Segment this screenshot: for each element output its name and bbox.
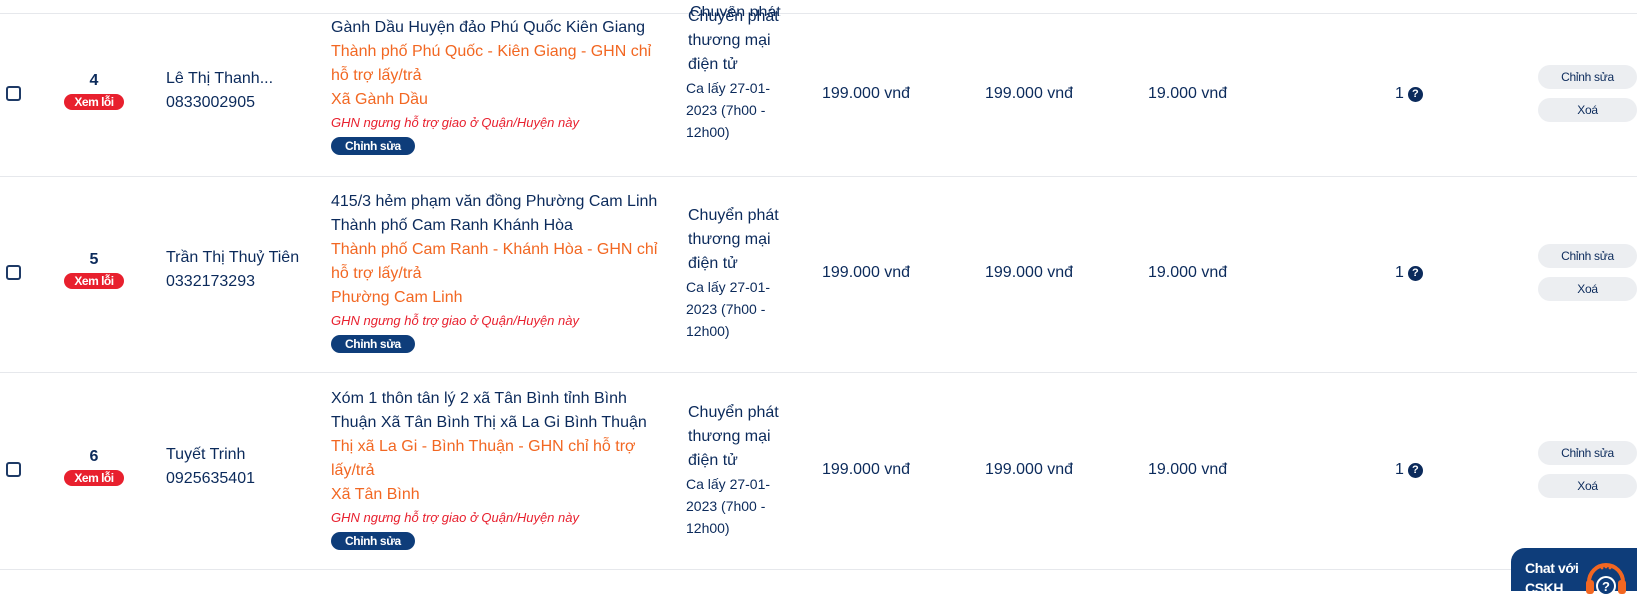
address-line: 415/3 hẻm phạm văn đồng Phường Cam Linh	[331, 193, 658, 210]
service-line: điện tử	[688, 56, 738, 73]
row-actions: Chỉnh sửa Xoá	[1538, 441, 1637, 507]
quantity-value: 1	[1395, 461, 1404, 478]
address-line: Thành phố Cam Ranh Khánh Hòa	[331, 217, 573, 234]
customer-name: Tuyết Trinh	[166, 446, 246, 463]
address-area-line: Thành phố Cam Ranh - Khánh Hòa - GHN chỉ	[331, 241, 658, 258]
table-row: 6 Xem lỗi Tuyết Trinh 0925635401 Xóm 1 t…	[0, 373, 1637, 570]
question-help-icon[interactable]: ?	[1407, 265, 1423, 281]
pickup-shift-line: Ca lấy 27-01-	[686, 80, 771, 96]
shipping-fee: 19.000 vnđ	[1148, 461, 1228, 478]
service-line: điện tử	[688, 452, 738, 469]
service-line: thương mại	[688, 231, 771, 248]
service-line: Chuyển phát	[688, 207, 779, 224]
customer-cell: Lê Thị Thanh... 0833002905	[166, 67, 316, 115]
headset-icon: ?	[1586, 563, 1626, 596]
row-checkbox[interactable]	[6, 462, 21, 477]
pickup-shift-line: 12h00)	[686, 520, 730, 536]
question-help-icon[interactable]: ?	[1407, 86, 1423, 102]
service-cell: Chuyển phát thương mại điện tử Ca lấy 27-0…	[686, 5, 798, 143]
service-line: điện tử	[688, 255, 738, 272]
pickup-shift-line: 2023 (7h00 -	[686, 102, 766, 118]
table-row: 4 Xem lỗi Lê Thị Thanh... 0833002905 Gàn…	[0, 8, 1637, 177]
customer-phone: 0332173293	[166, 273, 255, 290]
address-line: Thuận Xã Tân Bình Thị xã La Gi Bình Thuậ…	[331, 414, 647, 431]
customer-phone: 0925635401	[166, 470, 255, 487]
goods-value: 199.000 vnđ	[985, 461, 1074, 478]
pickup-shift-line: 2023 (7h00 -	[686, 301, 766, 317]
address-area-line: Thị xã La Gi - Bình Thuận - GHN chỉ hỗ t…	[331, 438, 636, 455]
pickup-shift-line: 12h00)	[686, 323, 730, 339]
address-area-line: Phường Cam Linh	[331, 289, 463, 306]
quantity-cell: 1 ?	[1395, 461, 1423, 479]
delete-order-button[interactable]: Xoá	[1538, 277, 1637, 301]
svg-text:?: ?	[1602, 579, 1610, 594]
chat-support-widget[interactable]: Chat với CSKH ?	[1511, 548, 1637, 596]
address-warning: GHN ngưng hỗ trợ giao ở Quận/Huyện này	[331, 510, 579, 525]
view-error-badge[interactable]: Xem lỗi	[64, 273, 124, 289]
service-cell: Chuyển phát thương mại điện tử Ca lấy 27-0…	[686, 401, 798, 539]
cod-amount: 199.000 vnđ	[822, 264, 911, 281]
address-line: Gành Dầu Huyện đảo Phú Quốc Kiên Giang	[331, 19, 645, 36]
goods-value: 199.000 vnđ	[985, 264, 1074, 281]
pickup-shift-line: Ca lấy 27-01-	[686, 279, 771, 295]
address-area-line: hỗ trợ lấy/trả	[331, 265, 422, 282]
edit-order-button[interactable]: Chỉnh sửa	[1538, 65, 1637, 89]
table-row: 5 Xem lỗi Trần Thị Thuỷ Tiên 0332173293 …	[0, 176, 1637, 373]
address-area-line: Thành phố Phú Quốc - Kiên Giang - GHN ch…	[331, 43, 652, 60]
edit-order-button[interactable]: Chỉnh sửa	[1538, 441, 1637, 465]
view-error-badge[interactable]: Xem lỗi	[64, 470, 124, 486]
view-error-badge[interactable]: Xem lỗi	[64, 94, 124, 110]
customer-name: Trần Thị Thuỷ Tiên	[166, 249, 300, 266]
customer-cell: Tuyết Trinh 0925635401	[166, 443, 316, 491]
address-warning: GHN ngưng hỗ trợ giao ở Quận/Huyện này	[331, 313, 579, 328]
cod-amount: 199.000 vnđ	[822, 461, 911, 478]
address-warning: GHN ngưng hỗ trợ giao ở Quận/Huyện này	[331, 115, 579, 130]
row-actions: Chỉnh sửa Xoá	[1538, 65, 1637, 131]
shipping-fee: 19.000 vnđ	[1148, 264, 1228, 281]
row-index-cell: 5 Xem lỗi	[58, 250, 130, 290]
address-area-line: hỗ trợ lấy/trả	[331, 67, 422, 84]
service-line: Chuyển phát	[688, 404, 779, 421]
service-cell: Chuyển phát thương mại điện tử Ca lấy 27-0…	[686, 204, 798, 342]
customer-phone: 0833002905	[166, 94, 255, 111]
edit-order-button[interactable]: Chỉnh sửa	[1538, 244, 1637, 268]
question-help-icon[interactable]: ?	[1407, 462, 1423, 478]
address-cell: 415/3 hẻm phạm văn đồng Phường Cam Linh T…	[331, 190, 671, 356]
service-line: thương mại	[688, 428, 771, 445]
service-line: Chuyển phát	[688, 8, 779, 25]
customer-name: Lê Thị Thanh...	[166, 70, 274, 87]
address-area-line: Xã Tân Bình	[331, 486, 420, 503]
row-checkbox[interactable]	[6, 265, 21, 280]
address-area-line: Xã Gành Dầu	[331, 91, 428, 108]
delete-order-button[interactable]: Xoá	[1538, 98, 1637, 122]
quantity-value: 1	[1395, 85, 1404, 102]
edit-address-button[interactable]: Chỉnh sửa	[331, 532, 415, 550]
row-index-cell: 6 Xem lỗi	[58, 447, 130, 487]
delete-order-button[interactable]: Xoá	[1538, 474, 1637, 498]
goods-value: 199.000 vnđ	[985, 85, 1074, 102]
pickup-shift-line: 12h00)	[686, 124, 730, 140]
address-cell: Xóm 1 thôn tân lý 2 xã Tân Bình tỉnh Bìn…	[331, 387, 671, 553]
quantity-value: 1	[1395, 264, 1404, 281]
row-index: 4	[89, 72, 99, 89]
shipping-fee: 19.000 vnđ	[1148, 85, 1228, 102]
customer-cell: Trần Thị Thuỷ Tiên 0332173293	[166, 246, 316, 294]
row-index: 5	[89, 251, 99, 268]
edit-address-button[interactable]: Chỉnh sửa	[331, 335, 415, 353]
pickup-shift-line: 2023 (7h00 -	[686, 498, 766, 514]
quantity-cell: 1 ?	[1395, 264, 1423, 282]
edit-address-button[interactable]: Chỉnh sửa	[331, 137, 415, 155]
address-cell: Gành Dầu Huyện đảo Phú Quốc Kiên Giang T…	[331, 16, 671, 158]
row-index-cell: 4 Xem lỗi	[58, 71, 130, 111]
address-line: Xóm 1 thôn tân lý 2 xã Tân Bình tỉnh Bìn…	[331, 390, 627, 407]
quantity-cell: 1 ?	[1395, 85, 1423, 103]
service-line: thương mại	[688, 32, 771, 49]
row-actions: Chỉnh sửa Xoá	[1538, 244, 1637, 310]
row-index: 6	[89, 448, 99, 465]
pickup-shift-line: Ca lấy 27-01-	[686, 476, 771, 492]
address-area-line: lấy/trả	[331, 462, 375, 479]
row-checkbox[interactable]	[6, 86, 21, 101]
cod-amount: 199.000 vnđ	[822, 85, 911, 102]
